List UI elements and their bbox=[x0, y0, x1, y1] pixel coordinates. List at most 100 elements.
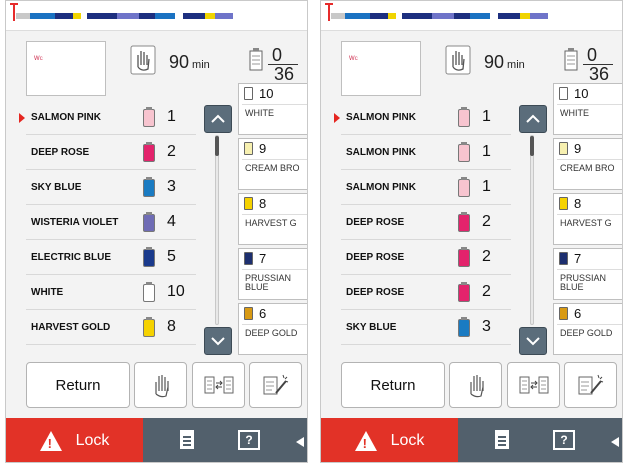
palette-item[interactable]: 10 WHITE bbox=[553, 83, 622, 135]
divider bbox=[242, 269, 307, 270]
hand-button[interactable] bbox=[134, 362, 187, 408]
scroll-up-button[interactable] bbox=[204, 105, 232, 133]
back-arrow-icon[interactable] bbox=[611, 437, 619, 447]
scrollbar-track[interactable] bbox=[215, 135, 219, 325]
color-name: SALMON PINK bbox=[31, 111, 101, 123]
scroll-down-button[interactable] bbox=[519, 327, 547, 355]
color-row[interactable]: ELECTRIC BLUE 5 bbox=[26, 240, 196, 275]
sewing-time: 90 min bbox=[169, 52, 210, 73]
back-arrow-icon[interactable] bbox=[296, 437, 304, 447]
color-row[interactable]: SKY BLUE 3 bbox=[26, 170, 196, 205]
position-needle bbox=[10, 3, 18, 21]
thread-number: 2 bbox=[482, 283, 491, 300]
color-row[interactable]: SALMON PINK 1 bbox=[341, 170, 511, 205]
palette-number: 9 bbox=[574, 141, 582, 156]
sort-threads-icon bbox=[204, 376, 233, 394]
thread-count-icon bbox=[564, 48, 578, 71]
sort-threads-icon bbox=[519, 376, 548, 394]
color-row[interactable]: WISTERIA VIOLET 4 bbox=[26, 205, 196, 240]
palette-number: 10 bbox=[574, 86, 589, 101]
document-icon[interactable] bbox=[495, 430, 509, 449]
color-strip bbox=[16, 13, 307, 19]
divider bbox=[557, 104, 622, 105]
palette-item[interactable]: 7 PRUSSIAN BLUE bbox=[238, 248, 307, 300]
palette-number: 7 bbox=[574, 251, 582, 266]
color-row[interactable]: SALMON PINK 1 bbox=[334, 100, 511, 135]
lock-button[interactable]: ! Lock bbox=[6, 418, 143, 462]
help-icon[interactable]: ? bbox=[553, 430, 575, 450]
palette-number: 10 bbox=[259, 86, 274, 101]
scrollbar-thumb[interactable] bbox=[530, 136, 534, 156]
color-row[interactable]: DEEP ROSE 2 bbox=[341, 240, 511, 275]
thread-sort-button[interactable] bbox=[507, 362, 560, 408]
thread-spool-icon bbox=[143, 247, 155, 267]
palette-name: PRUSSIAN BLUE bbox=[245, 273, 292, 292]
thread-number: 1 bbox=[167, 108, 176, 125]
hand-icon bbox=[469, 375, 484, 398]
color-name: DEEP ROSE bbox=[346, 286, 405, 298]
palette-item[interactable]: 9 CREAM BRO bbox=[238, 138, 307, 190]
color-name: SKY BLUE bbox=[31, 181, 82, 193]
color-row[interactable]: HARVEST GOLD 8 bbox=[26, 310, 196, 345]
divider bbox=[242, 214, 307, 215]
scroll-down-button[interactable] bbox=[204, 327, 232, 355]
thread-spool-icon bbox=[458, 177, 470, 197]
thread-spool-icon bbox=[244, 307, 253, 320]
chevron-up-icon bbox=[211, 114, 225, 123]
scroll-up-button[interactable] bbox=[519, 105, 547, 133]
palette-item[interactable]: 10 WHITE bbox=[238, 83, 307, 135]
palette-item[interactable]: 8 HARVEST G bbox=[553, 193, 622, 245]
scrollbar-thumb[interactable] bbox=[215, 136, 219, 156]
hand-button[interactable] bbox=[449, 362, 502, 408]
thread-sort-button[interactable] bbox=[192, 362, 245, 408]
color-strip bbox=[331, 13, 622, 19]
thread-spool-icon bbox=[559, 252, 568, 265]
color-row[interactable]: DEEP ROSE 2 bbox=[341, 205, 511, 240]
divider bbox=[242, 104, 307, 105]
divider bbox=[557, 159, 622, 160]
color-row[interactable]: SKY BLUE 3 bbox=[341, 310, 511, 345]
strip-segment bbox=[331, 13, 345, 19]
time-unit: min bbox=[192, 59, 210, 71]
palette-item[interactable]: 7 PRUSSIAN BLUE bbox=[553, 248, 622, 300]
color-shuffle-button[interactable] bbox=[249, 362, 302, 408]
thread-spool-icon bbox=[458, 282, 470, 302]
return-button[interactable]: Return bbox=[341, 362, 445, 408]
color-progress-bar bbox=[321, 1, 622, 31]
return-label: Return bbox=[370, 376, 416, 394]
help-icon[interactable]: ? bbox=[238, 430, 260, 450]
color-row[interactable]: DEEP ROSE 2 bbox=[341, 275, 511, 310]
palette-name: CREAM BRO bbox=[245, 163, 300, 173]
color-name: SALMON PINK bbox=[346, 146, 416, 158]
palette-item[interactable]: 6 DEEP GOLD bbox=[553, 303, 622, 355]
status-bar: ! Lock ? bbox=[6, 418, 307, 462]
palette-item[interactable]: 8 HARVEST G bbox=[238, 193, 307, 245]
scrollbar-track[interactable] bbox=[530, 135, 534, 325]
color-shuffle-button[interactable] bbox=[564, 362, 617, 408]
thread-spool-icon bbox=[143, 142, 155, 162]
return-label: Return bbox=[55, 376, 101, 394]
strip-segment bbox=[16, 13, 30, 19]
strip-segment bbox=[470, 13, 490, 19]
thread-spool-icon bbox=[143, 282, 155, 302]
color-row[interactable]: SALMON PINK 1 bbox=[341, 135, 511, 170]
color-name: SALMON PINK bbox=[346, 111, 416, 123]
thread-spool-icon bbox=[458, 317, 470, 337]
color-row[interactable]: DEEP ROSE 2 bbox=[26, 135, 196, 170]
color-row[interactable]: SALMON PINK 1 bbox=[19, 100, 196, 135]
palette-item[interactable]: 9 CREAM BRO bbox=[553, 138, 622, 190]
strip-segment bbox=[498, 13, 520, 19]
thread-spool-icon bbox=[458, 107, 470, 127]
palette-item[interactable]: 6 DEEP GOLD bbox=[238, 303, 307, 355]
chevron-down-icon bbox=[526, 337, 540, 346]
color-name: WISTERIA VIOLET bbox=[31, 216, 119, 228]
warning-icon: ! bbox=[39, 431, 62, 451]
color-row[interactable]: WHITE 10 bbox=[26, 275, 196, 310]
return-button[interactable]: Return bbox=[26, 362, 130, 408]
thread-number: 10 bbox=[167, 283, 185, 300]
lock-button[interactable]: ! Lock bbox=[321, 418, 458, 462]
palette-name: CREAM BRO bbox=[560, 163, 615, 173]
document-icon[interactable] bbox=[180, 430, 194, 449]
strip-segment bbox=[155, 13, 175, 19]
thread-spool-icon bbox=[244, 197, 253, 210]
